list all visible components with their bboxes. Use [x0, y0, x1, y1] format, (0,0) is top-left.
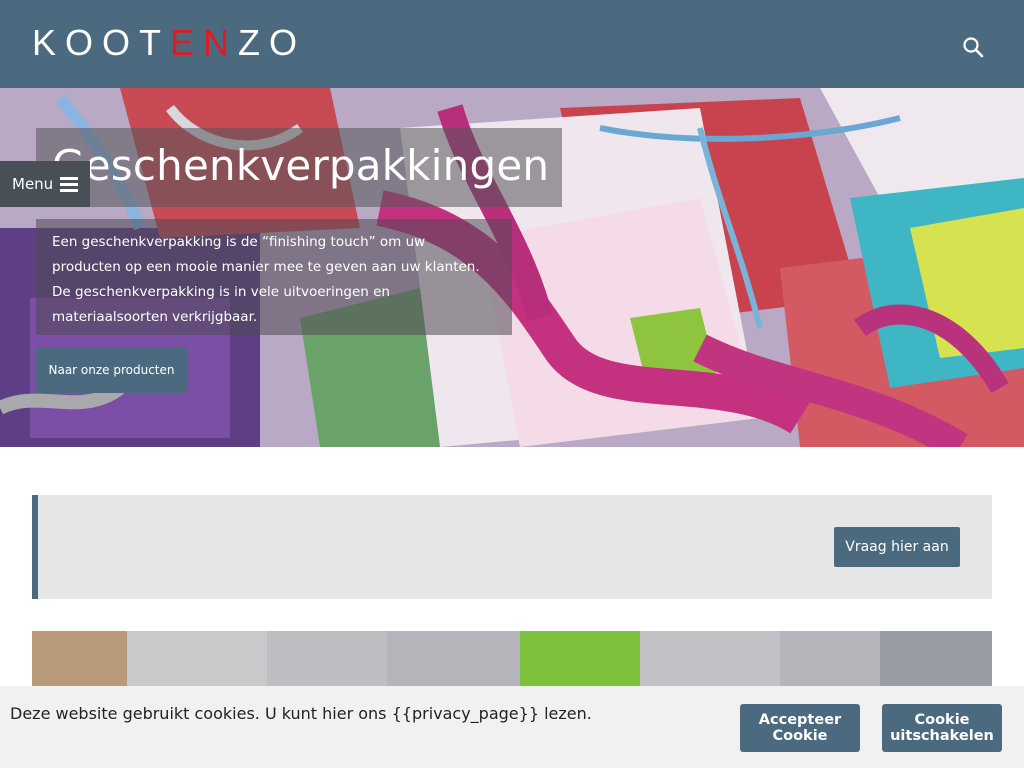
hero-description: Een geschenkverpakking is de “finishing …: [52, 234, 480, 325]
logo-text-part1: KOOT: [32, 22, 171, 63]
hero-title: Geschenkverpakkingen: [52, 141, 550, 190]
products-button[interactable]: Naar onze producten: [36, 348, 187, 393]
request-button[interactable]: Vraag hier aan: [834, 527, 960, 567]
disable-cookie-label-line2: uitschakelen: [890, 728, 994, 744]
accept-cookie-button[interactable]: Accepteer Cookie: [740, 704, 860, 752]
cookie-bar: Deze website gebruikt cookies. U kunt hi…: [0, 686, 1024, 768]
hero-banner: Geschenkverpakkingen Een geschenkverpakk…: [0, 88, 1024, 447]
site-logo[interactable]: KOOTENZO: [32, 25, 306, 61]
hamburger-icon: [60, 177, 78, 192]
site-header: KOOTENZO: [0, 0, 1024, 88]
accept-cookie-label-line1: Accepteer: [758, 712, 842, 728]
disable-cookie-label-line1: Cookie: [914, 712, 970, 728]
search-button[interactable]: [960, 34, 988, 62]
logo-text-accent: EN: [170, 22, 239, 63]
accept-cookie-label-line2: Cookie: [772, 728, 828, 744]
logo-text-part3: ZO: [238, 22, 307, 63]
search-icon: [963, 37, 984, 58]
cookie-message: Deze website gebruikt cookies. U kunt hi…: [10, 704, 592, 723]
menu-button[interactable]: Menu: [0, 161, 90, 207]
menu-label: Menu: [12, 175, 54, 193]
disable-cookie-button[interactable]: Cookie uitschakelen: [882, 704, 1002, 752]
